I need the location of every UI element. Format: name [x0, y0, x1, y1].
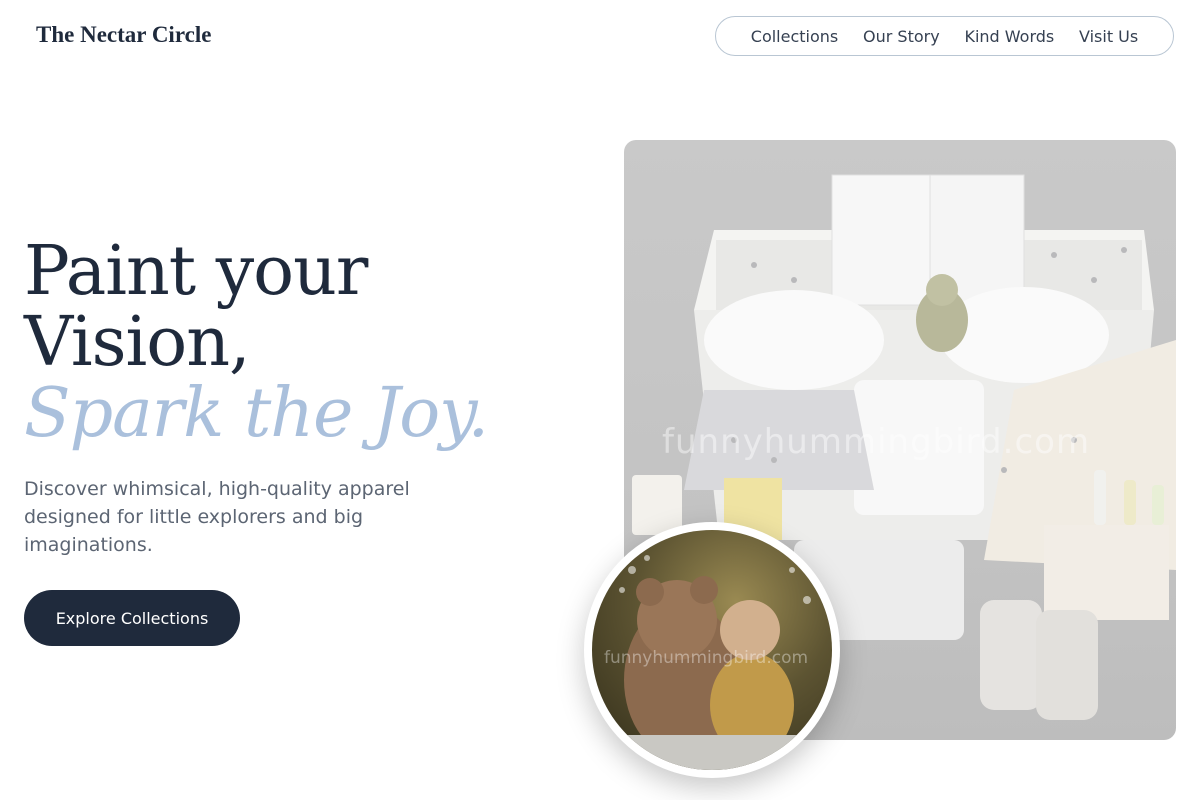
nav-our-story[interactable]: Our Story [863, 27, 940, 46]
baby-teddy-illustration [592, 555, 832, 770]
hero-title-line-2: Vision, [24, 303, 251, 382]
main-nav: Collections Our Story Kind Words Visit U… [715, 16, 1174, 56]
hero-title-accent: Spark the Joy. [24, 374, 489, 453]
baby-teddy-photo-inner: funnyhummingbird.com [592, 530, 832, 770]
explore-collections-button[interactable]: Explore Collections [24, 590, 240, 646]
hero-subtitle: Discover whimsical, high-quality apparel… [24, 478, 410, 556]
brand-logo[interactable]: The Nectar Circle [36, 22, 211, 48]
baby-teddy-photo: funnyhummingbird.com [584, 522, 840, 778]
nav-visit-us[interactable]: Visit Us [1079, 27, 1138, 46]
nav-kind-words[interactable]: Kind Words [964, 27, 1054, 46]
hero-title: Paint your Vision, Spark the Joy. [24, 232, 489, 453]
nav-collections[interactable]: Collections [751, 27, 838, 46]
hero-title-line-1: Paint your [24, 232, 368, 311]
